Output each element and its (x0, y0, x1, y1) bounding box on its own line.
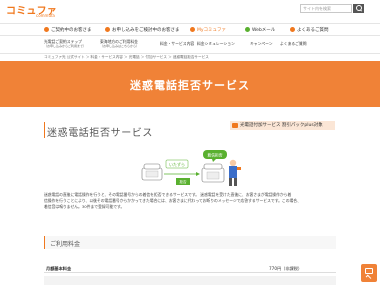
nav2-fee-simulation[interactable]: 料金シミュレーション (197, 41, 235, 46)
receiver-phone-icon (201, 163, 225, 183)
nav2-campaign[interactable]: キャンペーン (250, 41, 273, 46)
nav-prospective-customers[interactable]: お申し込みをご検討中のお客さま (105, 26, 180, 35)
logo-subtext: commufa (36, 13, 55, 18)
nav2-tokai-fees[interactable]: 東海地方のご利用料金 （お申し込みはこちらから） (100, 39, 139, 49)
nav-faq[interactable]: よくあるご質問 (290, 26, 329, 35)
chevron-up-icon (365, 274, 372, 281)
search-input[interactable]: サイト内を検索 (300, 4, 352, 13)
page-title: 迷惑電話拒否サービス (130, 79, 250, 92)
section-title: 迷惑電話拒否サービス (47, 128, 153, 139)
search-icon[interactable] (353, 4, 364, 13)
caller-label: いたずら (165, 159, 189, 169)
section-accent-bar (44, 122, 45, 138)
person-icon (229, 159, 241, 186)
mail-icon (365, 268, 373, 274)
table-next-row (44, 276, 336, 285)
service-illustration: いたずら 拒否 着信拒否 (141, 150, 241, 186)
nav-dot-icon (105, 26, 110, 32)
nav-current-customers[interactable]: ご契約中のお客さま (44, 26, 92, 35)
breadcrumb[interactable]: コミュファ光 公式サイト ＞ 料金・サービス内容 ＞ 光電話 ＞ 付加サービス … (44, 55, 209, 60)
service-description: 迷惑電話の直後に電話操作を行うと、その電話番号からの着信を拒否できるサービスです… (44, 192, 334, 210)
svg-text:着信拒否: 着信拒否 (207, 153, 222, 158)
speech-bubble: 着信拒否 (203, 150, 227, 162)
reject-label: 拒否 (176, 178, 190, 185)
fee-section-header: ご利用料金 (44, 236, 336, 249)
fee-value: 770円（非課税） (269, 266, 303, 271)
nav-dot-icon (290, 26, 295, 32)
fee-row: 月額基本料金 770円（非課税） (44, 263, 336, 273)
nav-my-commufa[interactable]: Myコミュファ (190, 26, 226, 35)
fee-section-title: ご利用料金 (50, 241, 81, 248)
nav-dot-icon (44, 26, 49, 32)
nav2-fees-services[interactable]: 料金・サービス内容 (160, 41, 194, 46)
site-logo[interactable]: コミュファ commufa (6, 2, 70, 22)
caller-phone-icon (141, 163, 163, 181)
nav-dot-icon (190, 26, 195, 32)
description-line: 着信音は鳴りません。30件まで登録可能です。 (44, 204, 125, 209)
nav2-contract-steps[interactable]: 光電話ご契約ステップ （お申し込みからご利用まで） (44, 39, 86, 49)
site-header: コミュファ commufa サイト内を検索 (0, 0, 380, 23)
hero-banner: 迷惑電話拒否サービス (0, 61, 380, 107)
svg-text:いたずら: いたずら (169, 161, 185, 167)
discount-badge: 光電話付加サービス 割引パックplus対象 (230, 121, 335, 130)
nav-webmail[interactable]: Webメール (245, 26, 275, 35)
phone-icon (232, 123, 238, 128)
nav-dot-icon (245, 26, 250, 32)
svg-text:拒否: 拒否 (179, 179, 187, 184)
nav2-faq[interactable]: よくあるご質問 (280, 41, 307, 46)
secondary-nav: 光電話ご契約ステップ （お申し込みからご利用まで） 東海地方のご利用料金 （お申し込… (0, 36, 380, 54)
floating-contact-tab[interactable] (361, 264, 377, 282)
arrow-icon (164, 172, 200, 176)
fee-label: 月額基本料金 (46, 266, 72, 271)
primary-nav: ご契約中のお客さま お申し込みをご検討中のお客さま Myコミュファ Webメール… (0, 23, 380, 36)
